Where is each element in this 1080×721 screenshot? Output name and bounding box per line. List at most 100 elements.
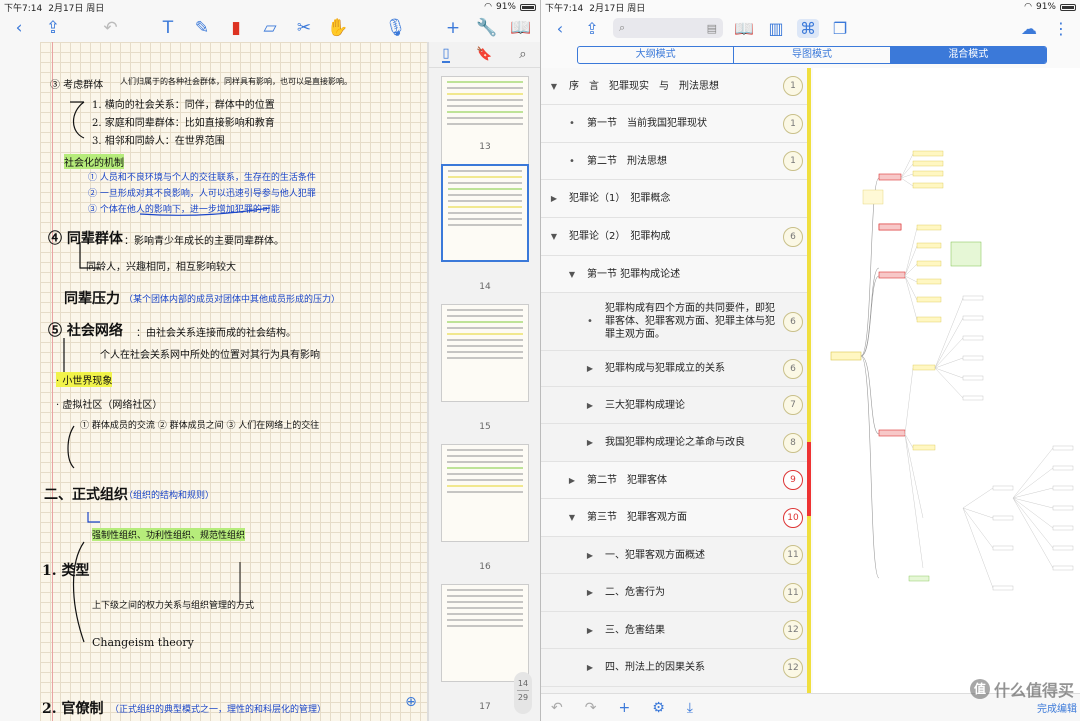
book-icon[interactable]: 📖 [510, 18, 532, 38]
hand-icon[interactable]: ✋ [327, 18, 349, 38]
mic-icon[interactable]: 🎙 [385, 18, 407, 38]
settings-gear-icon[interactable]: ⚙ [652, 700, 665, 716]
search-tab-icon[interactable]: ⌕ [519, 47, 526, 62]
outline-row[interactable]: ▼ 犯罪论（2） 犯罪构成 6 [541, 218, 811, 256]
download-icon[interactable]: ⤓ [687, 700, 693, 716]
note-page[interactable]: ③ 考虑群体 人们归属于的各种社会群体，同样具有影响，也可以是直接影响。 1. … [40, 42, 428, 721]
page-thumbnail[interactable] [441, 304, 529, 402]
search-input[interactable]: ⌕ ▤ [613, 18, 723, 38]
text-tool-icon[interactable]: T [157, 18, 179, 38]
outline-row[interactable]: ▶ 犯罪论（1） 犯罪概念 [541, 180, 811, 218]
page-number-badge[interactable]: 6 [783, 311, 803, 332]
collapse-triangle-icon[interactable]: ▼ [549, 232, 559, 241]
outline-row[interactable]: ▶ 三大犯罪构成理论 7 [541, 387, 811, 424]
share-icon[interactable]: ⇪ [581, 19, 603, 38]
book-icon[interactable]: ▤ [707, 22, 717, 35]
outline-row[interactable]: ▶ 我国犯罪构成理论之革命与改良 8 [541, 424, 811, 462]
page-number-badge[interactable]: 11 [783, 582, 803, 603]
outline-row[interactable]: ▼ 第一节 犯罪构成论述 [541, 256, 811, 293]
mindmap-node[interactable] [878, 173, 902, 181]
wrench-icon[interactable]: 🔧 [476, 18, 498, 38]
layout-icon[interactable]: ▥ [765, 19, 787, 38]
undo-icon[interactable]: ↶ [100, 18, 122, 38]
page-indicator[interactable]: 14 29 [514, 672, 532, 714]
outline-row[interactable]: ▶ 一、犯罪客观方面概述 11 [541, 537, 811, 574]
add-icon[interactable]: + [442, 18, 464, 38]
scissors-icon[interactable]: ✂ [293, 18, 315, 38]
outline-row[interactable]: ▶ 犯罪构成与犯罪成立的关系 6 [541, 351, 811, 387]
eraser-icon[interactable]: ▱ [259, 18, 281, 38]
page-number-badge[interactable]: 9 [783, 470, 803, 490]
zoom-icon[interactable]: ⊕ [400, 694, 422, 716]
page-thumbnail[interactable] [441, 444, 529, 542]
expand-triangle-icon[interactable]: ▶ [585, 663, 595, 672]
watermark: 值 什么值得买 [969, 677, 1074, 701]
expand-triangle-icon[interactable]: ▶ [585, 438, 595, 447]
page-thumbnail[interactable] [441, 76, 529, 174]
more-icon[interactable]: ⋮ [1050, 19, 1072, 38]
mindmap-note[interactable] [950, 241, 982, 267]
expand-triangle-icon[interactable]: ▶ [585, 626, 595, 635]
mindmap-node[interactable] [878, 223, 902, 231]
mindmap-root-node[interactable] [830, 351, 862, 361]
page-thumbnail-selected[interactable] [441, 164, 529, 262]
collapse-triangle-icon[interactable]: ▼ [549, 82, 559, 91]
mindmap-node[interactable] [878, 429, 906, 437]
page-number-badge[interactable]: 6 [783, 358, 803, 379]
outline-row-text: 犯罪论（2） 犯罪构成 [569, 231, 671, 242]
outline-row[interactable]: • 犯罪构成有四个方面的共同要件，即犯罪客体、犯罪客观方面、犯罪主体与犯罪主观方面… [541, 293, 811, 351]
cloud-sync-icon[interactable]: ☁ [1018, 19, 1040, 38]
outline-row[interactable]: ▶ 二、危害行为 11 [541, 574, 811, 612]
page-number-badge[interactable]: 1 [783, 151, 803, 171]
highlighter-icon[interactable]: ▮ [225, 18, 247, 38]
outline-row-text: 第二节 刑法思想 [587, 155, 667, 167]
expand-triangle-icon[interactable]: ▶ [585, 364, 595, 373]
collapse-triangle-icon[interactable]: ▼ [567, 270, 577, 279]
outline-row[interactable]: • 第二节 刑法思想 1 [541, 143, 811, 180]
page-number-badge[interactable]: 12 [783, 657, 803, 678]
status-date: 2月17日 周日 [48, 3, 105, 14]
undo-icon[interactable]: ↶ [551, 700, 563, 716]
pages-tab-icon[interactable]: ▯ [442, 46, 450, 63]
outline-row[interactable]: ▶ 四、刑法上的因果关系 12 [541, 649, 811, 687]
done-edit-button[interactable]: 完成编辑 [1037, 700, 1077, 715]
back-icon[interactable]: ‹ [8, 18, 30, 38]
page-number-badge[interactable]: 6 [783, 226, 803, 247]
mindmap-note[interactable] [862, 189, 884, 205]
page-number-badge[interactable]: 1 [783, 113, 803, 134]
page-number-badge[interactable]: 11 [783, 545, 803, 565]
add-node-icon[interactable]: + [618, 700, 630, 716]
bookmark-tab-icon[interactable]: 🔖 [476, 47, 492, 62]
mindmap-icon[interactable]: ⌘ [797, 18, 819, 38]
mindmap-node[interactable] [878, 271, 906, 279]
expand-triangle-icon[interactable]: ▶ [585, 401, 595, 410]
expand-triangle-icon[interactable]: ▶ [567, 476, 577, 485]
outline-row[interactable]: ▶ 三、危害结果 12 [541, 612, 811, 649]
thumbnail-tabs: ▯ 🔖 ⌕ [429, 42, 540, 68]
page-number-badge[interactable]: 12 [783, 620, 803, 640]
collapse-triangle-icon[interactable]: ▼ [567, 513, 577, 522]
expand-triangle-icon[interactable]: ▶ [585, 588, 595, 597]
share-icon[interactable]: ⇪ [42, 18, 64, 38]
outline-row[interactable]: • 第一节 当前我国犯罪现状 1 [541, 105, 811, 143]
page-thumbnail[interactable] [441, 584, 529, 682]
expand-triangle-icon[interactable]: ▶ [549, 194, 559, 203]
outline-row[interactable]: ▼ 第三节 犯罪客观方面 10 [541, 499, 811, 537]
status-date: 2月17日 周日 [589, 3, 646, 14]
tabs-icon[interactable]: ❐ [829, 19, 851, 38]
page-number-badge[interactable]: 8 [783, 432, 803, 453]
page-number-badge[interactable]: 1 [783, 76, 803, 96]
outline-row[interactable]: ▶ 第二节 犯罪客体 9 [541, 462, 811, 499]
redo-icon[interactable]: ↷ [585, 700, 597, 716]
mindmap-canvas[interactable] [813, 68, 1080, 693]
view-mode-outline[interactable]: 大纲模式 [578, 47, 735, 63]
open-book-icon[interactable]: 📖 [733, 19, 755, 38]
pencil-icon[interactable]: ✎ [191, 18, 213, 38]
view-mode-mindmap[interactable]: 导图模式 [734, 47, 891, 63]
outline-row[interactable]: ▼ 序 言 犯罪现实 与 刑法思想 1 [541, 68, 811, 105]
view-mode-mixed[interactable]: 混合模式 [890, 47, 1046, 63]
back-icon[interactable]: ‹ [549, 19, 571, 38]
expand-triangle-icon[interactable]: ▶ [585, 551, 595, 560]
page-number-badge[interactable]: 7 [783, 395, 803, 415]
page-number-badge[interactable]: 10 [783, 507, 803, 528]
